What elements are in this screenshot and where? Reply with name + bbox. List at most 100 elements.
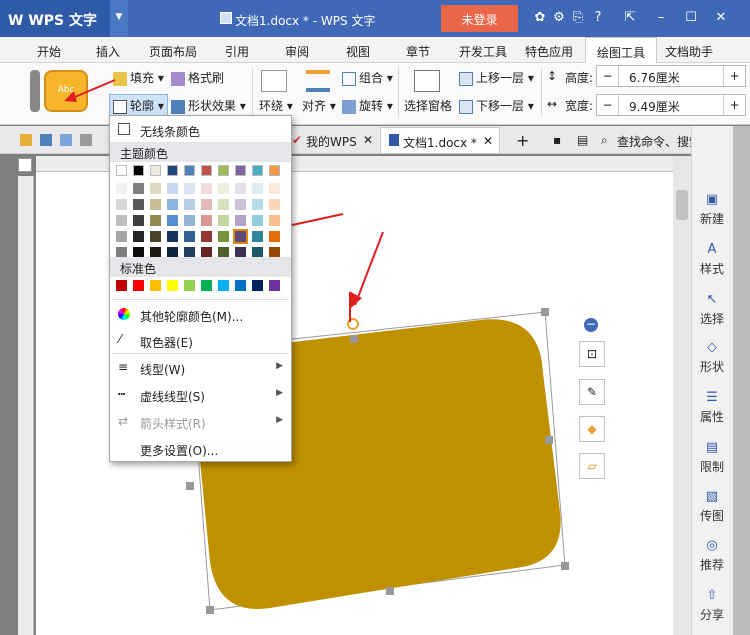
color-swatch[interactable] bbox=[150, 215, 161, 226]
bring-forward-button[interactable]: 上移一层 ▾ bbox=[459, 69, 534, 86]
tab-drawing-tools[interactable]: 绘图工具 bbox=[585, 37, 657, 64]
task-select[interactable]: ↖ 选择 bbox=[691, 292, 733, 327]
color-swatch[interactable] bbox=[116, 199, 127, 210]
color-swatch[interactable] bbox=[235, 199, 246, 210]
app-menu-button[interactable]: W WPS 文字 ▼ bbox=[0, 0, 128, 37]
color-swatch[interactable] bbox=[116, 231, 127, 242]
color-swatch[interactable] bbox=[252, 183, 263, 194]
my-wps-tab[interactable]: 我的WPS bbox=[306, 133, 357, 150]
resize-handle[interactable] bbox=[350, 335, 358, 343]
tab-view[interactable]: 视图 bbox=[346, 43, 370, 60]
align-button[interactable]: 对齐 ▾ bbox=[302, 97, 336, 114]
standard-color-swatch[interactable] bbox=[167, 280, 178, 291]
maximize-icon[interactable]: ☐ bbox=[683, 10, 699, 26]
height-stepper[interactable]: − 6.76厘米 + bbox=[596, 65, 746, 87]
tab-insert[interactable]: 插入 bbox=[96, 43, 120, 60]
color-swatch[interactable] bbox=[269, 231, 280, 242]
color-swatch[interactable] bbox=[184, 183, 195, 194]
no-line-color-item[interactable]: 无线条颜色 bbox=[110, 118, 291, 142]
color-swatch[interactable] bbox=[269, 165, 280, 176]
shape-effect-button[interactable]: 形状效果 ▾ bbox=[171, 97, 246, 114]
resize-handle[interactable] bbox=[206, 606, 214, 614]
color-swatch[interactable] bbox=[167, 183, 178, 194]
color-swatch[interactable] bbox=[133, 199, 144, 210]
shape-style-scroll[interactable] bbox=[30, 70, 40, 112]
standard-color-swatch[interactable] bbox=[218, 280, 229, 291]
print-icon[interactable] bbox=[80, 134, 92, 146]
dash-style-item[interactable]: ┅ 虚线线型(S) ▶ bbox=[110, 383, 291, 407]
tab-review[interactable]: 审阅 bbox=[285, 43, 309, 60]
color-swatch[interactable] bbox=[235, 183, 246, 194]
task-restrict[interactable]: ▤ 限制 bbox=[691, 440, 733, 475]
color-swatch[interactable] bbox=[167, 231, 178, 242]
tab-developer[interactable]: 开发工具 bbox=[459, 43, 507, 60]
account-icon[interactable]: ⎘ bbox=[570, 10, 586, 26]
color-swatch[interactable] bbox=[184, 231, 195, 242]
color-swatch[interactable] bbox=[167, 165, 178, 176]
vertical-ruler[interactable] bbox=[18, 176, 34, 635]
color-swatch[interactable] bbox=[218, 183, 229, 194]
new-tab-icon[interactable]: + bbox=[516, 131, 529, 150]
color-swatch[interactable] bbox=[252, 199, 263, 210]
wrap-button[interactable]: 环绕 ▾ bbox=[259, 97, 293, 114]
tab-featured[interactable]: 特色应用 bbox=[525, 43, 573, 60]
standard-color-swatch[interactable] bbox=[116, 280, 127, 291]
color-swatch[interactable] bbox=[150, 231, 161, 242]
color-swatch[interactable] bbox=[235, 215, 246, 226]
resize-handle[interactable] bbox=[545, 436, 553, 444]
minimize-icon[interactable]: – bbox=[653, 10, 669, 26]
color-swatch[interactable] bbox=[201, 215, 212, 226]
color-swatch[interactable] bbox=[167, 215, 178, 226]
skin-icon[interactable]: ✿ bbox=[532, 10, 548, 26]
color-swatch[interactable] bbox=[218, 231, 229, 242]
color-swatch[interactable] bbox=[252, 165, 263, 176]
settings-icon[interactable]: ⚙ bbox=[551, 10, 567, 26]
standard-color-swatch[interactable] bbox=[184, 280, 195, 291]
export-pdf-icon[interactable] bbox=[60, 134, 72, 146]
color-swatch[interactable] bbox=[184, 215, 195, 226]
shape-fill-icon[interactable]: ◆ bbox=[579, 416, 605, 442]
standard-color-swatch[interactable] bbox=[252, 280, 263, 291]
color-swatch[interactable] bbox=[252, 231, 263, 242]
collapse-icon[interactable]: − bbox=[584, 318, 598, 332]
open-folder-icon[interactable] bbox=[20, 134, 32, 146]
resize-handle[interactable] bbox=[541, 308, 549, 316]
color-swatch[interactable] bbox=[201, 199, 212, 210]
help-icon[interactable]: ? bbox=[590, 10, 606, 26]
color-swatch[interactable] bbox=[133, 165, 144, 176]
arrow-style-item[interactable]: ⇄ 箭头样式(R) ▶ bbox=[110, 410, 291, 434]
width-value[interactable]: 9.49厘米 bbox=[629, 98, 680, 115]
color-swatch[interactable] bbox=[201, 165, 212, 176]
save-icon[interactable] bbox=[40, 134, 52, 146]
color-swatch[interactable] bbox=[167, 199, 178, 210]
standard-color-swatch[interactable] bbox=[235, 280, 246, 291]
rotate-button[interactable]: 旋转 ▾ bbox=[342, 97, 393, 114]
color-swatch[interactable] bbox=[133, 183, 144, 194]
task-share[interactable]: ⇧ 分享 bbox=[691, 588, 733, 623]
color-swatch[interactable] bbox=[116, 183, 127, 194]
standard-color-swatch[interactable] bbox=[201, 280, 212, 291]
decrement-button[interactable]: − bbox=[597, 95, 619, 115]
color-swatch[interactable] bbox=[269, 199, 280, 210]
task-styles[interactable]: A 样式 bbox=[691, 242, 733, 277]
color-swatch[interactable] bbox=[133, 215, 144, 226]
tab-doc-assistant[interactable]: 文档助手 bbox=[665, 43, 713, 60]
tab-references[interactable]: 引用 bbox=[225, 43, 249, 60]
standard-color-swatch[interactable] bbox=[133, 280, 144, 291]
standard-color-swatch[interactable] bbox=[269, 280, 280, 291]
edit-shape-icon[interactable]: ✎ bbox=[579, 379, 605, 405]
resize-handle[interactable] bbox=[386, 587, 394, 595]
format-painter-button[interactable]: 格式刷 bbox=[171, 69, 224, 86]
scrollbar-thumb[interactable] bbox=[676, 190, 688, 220]
increment-button[interactable]: + bbox=[723, 66, 745, 86]
decrement-button[interactable]: − bbox=[597, 66, 619, 86]
more-outline-colors-item[interactable]: 其他轮廓颜色(M)... bbox=[110, 303, 291, 327]
color-swatch[interactable] bbox=[201, 231, 212, 242]
color-swatch[interactable] bbox=[252, 215, 263, 226]
line-style-item[interactable]: ≡ 线型(W) ▶ bbox=[110, 356, 291, 380]
color-swatch[interactable] bbox=[201, 183, 212, 194]
outline-button[interactable]: 轮廓 ▾ bbox=[109, 94, 168, 117]
group-button[interactable]: 组合 ▾ bbox=[342, 69, 393, 86]
color-swatch[interactable] bbox=[218, 199, 229, 210]
more-settings-item[interactable]: 更多设置(O)... bbox=[110, 437, 291, 461]
